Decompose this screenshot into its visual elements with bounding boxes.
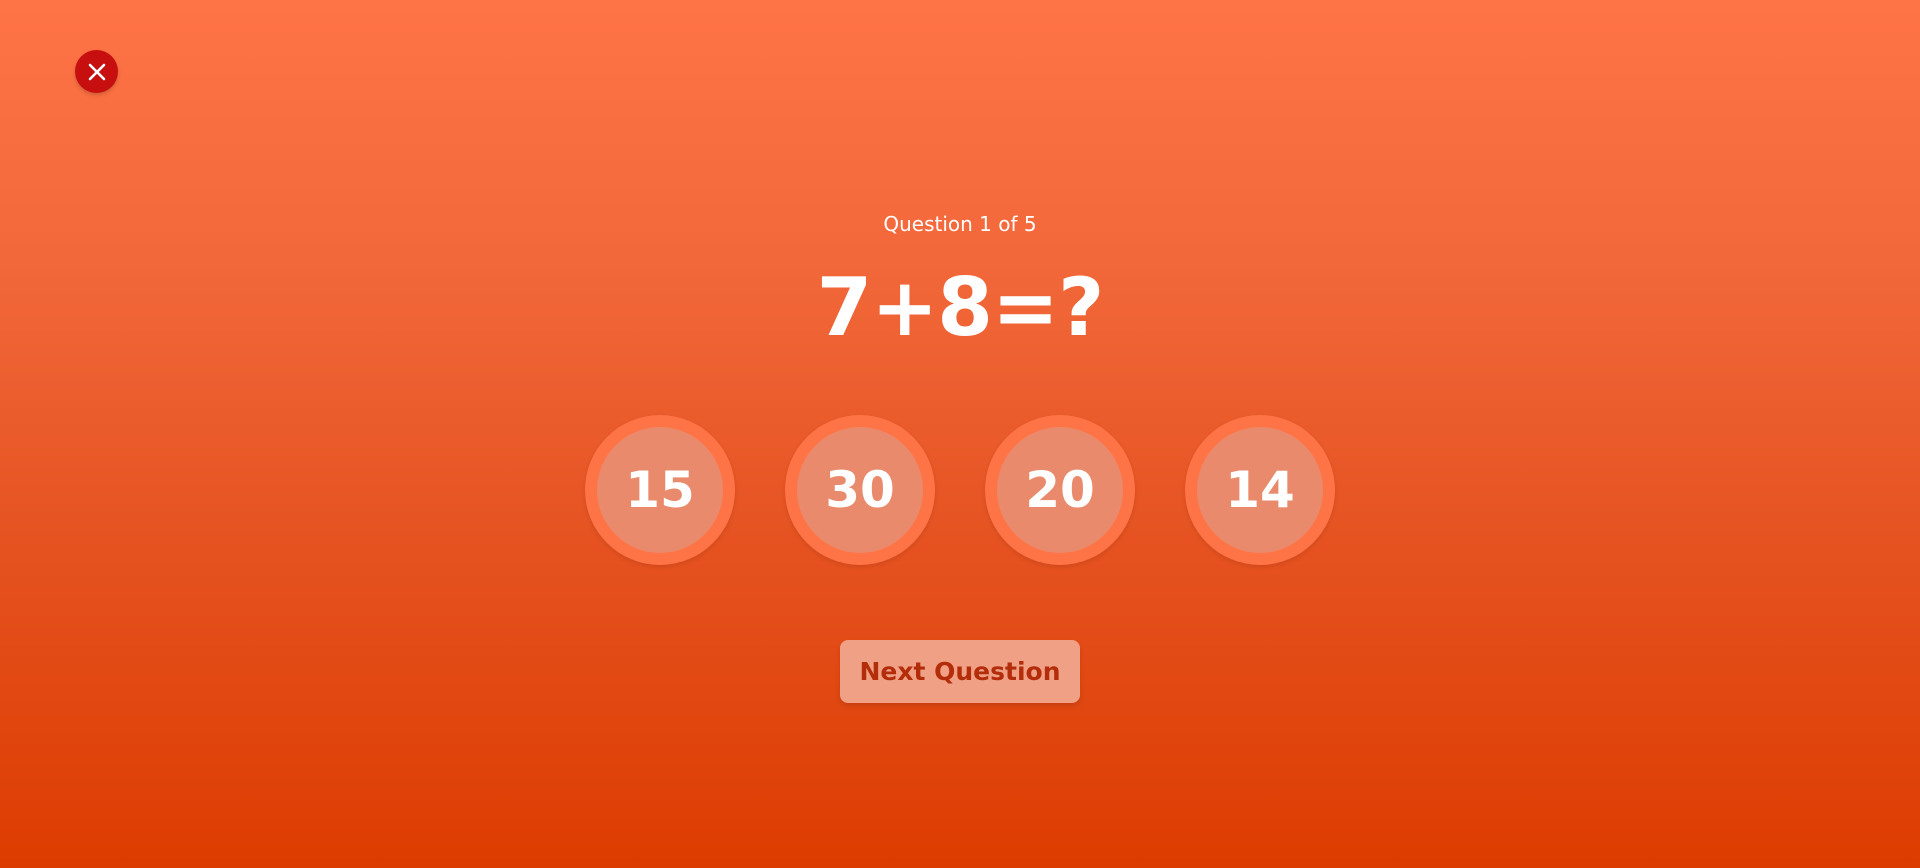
answer-value: 15	[597, 427, 723, 553]
question-counter: Question 1 of 5	[883, 212, 1037, 236]
answer-value: 20	[997, 427, 1123, 553]
next-question-button[interactable]: Next Question	[840, 640, 1080, 703]
close-icon	[88, 63, 105, 80]
answer-option-1[interactable]: 15	[585, 415, 735, 565]
answer-option-3[interactable]: 20	[985, 415, 1135, 565]
next-question-label: Next Question	[859, 657, 1061, 686]
close-button[interactable]	[75, 50, 118, 93]
answer-value: 30	[797, 427, 923, 553]
answer-value: 14	[1197, 427, 1323, 553]
answer-options: 15 30 20 14	[0, 415, 1920, 565]
answer-option-4[interactable]: 14	[1185, 415, 1335, 565]
question-text: 7+8=?	[816, 261, 1105, 354]
answer-option-2[interactable]: 30	[785, 415, 935, 565]
